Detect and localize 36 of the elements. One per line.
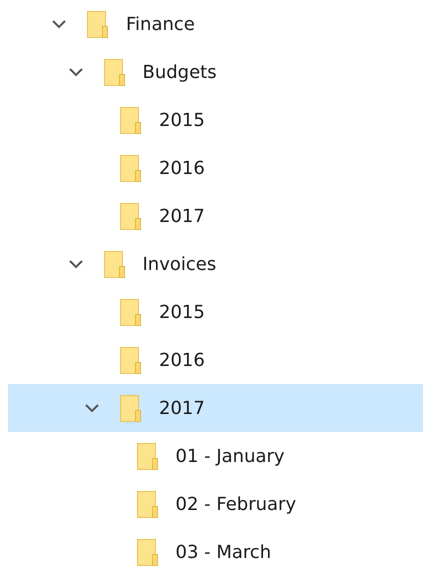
folder-icon <box>120 154 141 182</box>
tree-item[interactable]: 02 - February <box>8 480 423 528</box>
folder-name: Invoices <box>142 254 216 274</box>
folder-name: Finance <box>126 14 195 34</box>
folder-icon <box>136 442 158 470</box>
folder-icon <box>104 58 124 86</box>
tree-item[interactable]: 2016 <box>8 144 423 192</box>
tree-item[interactable]: Finance <box>8 0 423 48</box>
folder-name: 2015 <box>159 110 205 130</box>
folder-name: 2015 <box>159 302 205 322</box>
tree-item[interactable]: 2017 <box>8 384 423 432</box>
tree-item[interactable]: 01 - January <box>8 432 423 480</box>
folder-icon <box>120 106 141 134</box>
folder-icon <box>120 346 141 374</box>
folder-name: Budgets <box>142 62 217 82</box>
folder-icon <box>120 394 141 422</box>
folder-name: 02 - February <box>176 494 296 514</box>
tree-item[interactable]: 2015 <box>8 96 423 144</box>
folder-name: 2017 <box>159 398 205 418</box>
tree-item[interactable]: 2015 <box>8 288 423 336</box>
folder-icon <box>120 202 141 230</box>
folder-icon <box>104 250 124 278</box>
folder-icon <box>136 538 158 566</box>
folder-name: 2016 <box>159 158 205 178</box>
folder-name: 03 - March <box>176 542 272 562</box>
folder-name: 2017 <box>159 206 205 226</box>
folder-name: 2016 <box>159 350 205 370</box>
tree-item[interactable]: 2017 <box>8 192 423 240</box>
folder-icon <box>87 10 108 38</box>
tree-item[interactable]: Budgets <box>8 48 423 96</box>
tree-item[interactable]: 03 - March <box>8 528 423 567</box>
tree-item[interactable]: 2016 <box>8 336 423 384</box>
tree-item[interactable]: Invoices <box>8 240 423 288</box>
folder-icon <box>120 298 141 326</box>
folder-icon <box>136 490 158 518</box>
folder-name: 01 - January <box>176 446 285 466</box>
